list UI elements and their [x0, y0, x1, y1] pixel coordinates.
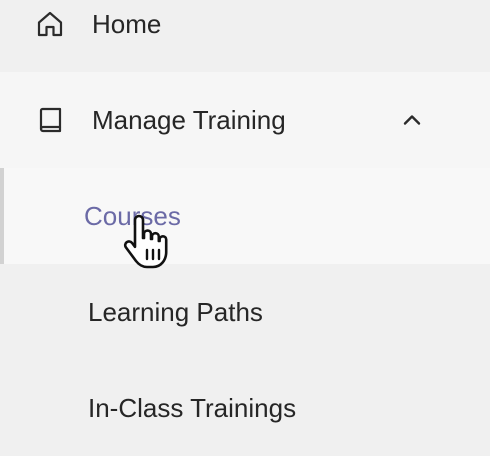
nav-subitem-courses-label: Courses — [84, 201, 181, 231]
sidebar-nav: Home Manage Training Courses Learning Pa… — [0, 0, 490, 456]
book-icon — [34, 104, 66, 136]
nav-item-home[interactable]: Home — [0, 0, 490, 72]
home-icon — [34, 8, 66, 40]
nav-subitem-in-class-trainings-label: In-Class Trainings — [88, 393, 297, 423]
nav-subitem-in-class-trainings[interactable]: In-Class Trainings — [0, 360, 490, 456]
nav-subitem-courses[interactable]: Courses — [0, 168, 490, 264]
nav-subitem-learning-paths[interactable]: Learning Paths — [0, 264, 490, 360]
chevron-up-icon[interactable] — [398, 106, 426, 134]
nav-item-manage-training[interactable]: Manage Training — [0, 72, 490, 168]
nav-item-home-label: Home — [92, 9, 162, 39]
nav-subitem-learning-paths-label: Learning Paths — [88, 297, 263, 327]
nav-item-manage-training-label: Manage Training — [92, 105, 286, 135]
